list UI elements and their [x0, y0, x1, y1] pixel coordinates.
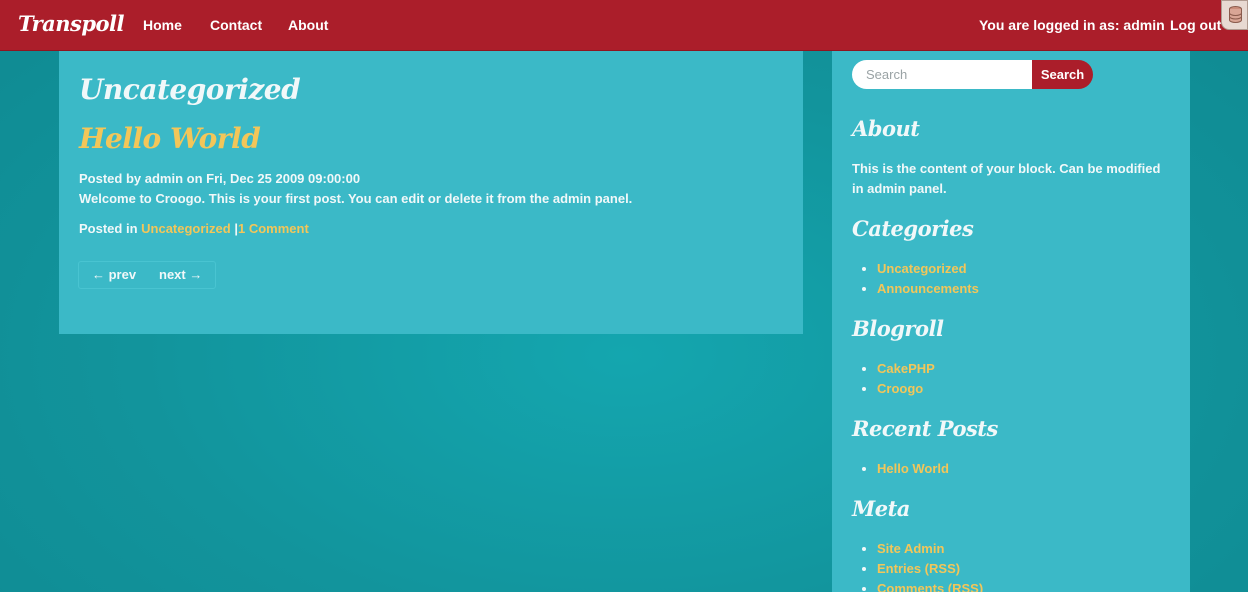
- nav-contact-link[interactable]: Contact: [210, 17, 262, 33]
- logged-in-status: You are logged in as: admin: [979, 17, 1165, 33]
- sidebar: Search About This is the content of your…: [832, 51, 1190, 592]
- meta-link-site-admin[interactable]: Site Admin: [877, 541, 944, 556]
- categories-list: Uncategorized Announcements: [877, 259, 979, 299]
- post-title-link[interactable]: Hello World: [79, 122, 261, 155]
- post-meta: Posted by admin on Fri, Dec 25 2009 09:0…: [79, 171, 361, 186]
- blogroll-link-cakephp[interactable]: CakePHP: [877, 361, 935, 376]
- prev-page-link[interactable]: ← prev: [92, 267, 136, 282]
- page-title: Uncategorized: [79, 73, 301, 106]
- post-category-link[interactable]: Uncategorized: [141, 221, 231, 236]
- meta-link-comments-rss[interactable]: Comments (RSS): [877, 581, 983, 592]
- database-icon[interactable]: [1221, 0, 1248, 30]
- search-input[interactable]: [852, 60, 1033, 89]
- blogroll-widget-title: Blogroll: [852, 316, 944, 341]
- recent-post-link-hello-world[interactable]: Hello World: [877, 461, 949, 476]
- search-button[interactable]: Search: [1032, 60, 1093, 89]
- list-item: Croogo: [877, 379, 935, 399]
- brand-logo[interactable]: Transpoll: [18, 11, 125, 36]
- posted-in-label: Posted in: [79, 221, 138, 236]
- category-link-announcements[interactable]: Announcements: [877, 281, 979, 296]
- post-footer: Posted in Uncategorized |1 Comment: [79, 221, 309, 236]
- list-item: Entries (RSS): [877, 559, 983, 579]
- list-item: Comments (RSS): [877, 579, 983, 592]
- recent-posts-list: Hello World: [877, 459, 949, 479]
- logout-link[interactable]: Log out: [1170, 17, 1221, 33]
- list-item: Site Admin: [877, 539, 983, 559]
- list-item: Announcements: [877, 279, 979, 299]
- meta-link-entries-rss[interactable]: Entries (RSS): [877, 561, 960, 576]
- category-link-uncategorized[interactable]: Uncategorized: [877, 261, 967, 276]
- blogroll-list: CakePHP Croogo: [877, 359, 935, 399]
- blogroll-link-croogo[interactable]: Croogo: [877, 381, 923, 396]
- nav-about-link[interactable]: About: [288, 17, 328, 33]
- list-item: Hello World: [877, 459, 949, 479]
- list-item: Uncategorized: [877, 259, 979, 279]
- post-comments-link[interactable]: 1 Comment: [238, 221, 309, 236]
- post-pager: ← prev next →: [78, 261, 216, 289]
- meta-widget-title: Meta: [852, 496, 910, 521]
- categories-widget-title: Categories: [852, 216, 974, 241]
- recent-posts-widget-title: Recent Posts: [852, 416, 998, 441]
- about-widget-title: About: [852, 116, 920, 141]
- main-content-panel: Uncategorized Hello World Posted by admi…: [59, 51, 803, 334]
- nav-home-link[interactable]: Home: [143, 17, 182, 33]
- about-widget-text: This is the content of your block. Can b…: [852, 161, 1161, 196]
- top-navbar: Transpoll Home Contact About You are log…: [0, 0, 1248, 51]
- post-body: Welcome to Croogo. This is your first po…: [79, 191, 633, 206]
- next-page-link[interactable]: next →: [159, 267, 202, 282]
- meta-list: Site Admin Entries (RSS) Comments (RSS): [877, 539, 983, 592]
- list-item: CakePHP: [877, 359, 935, 379]
